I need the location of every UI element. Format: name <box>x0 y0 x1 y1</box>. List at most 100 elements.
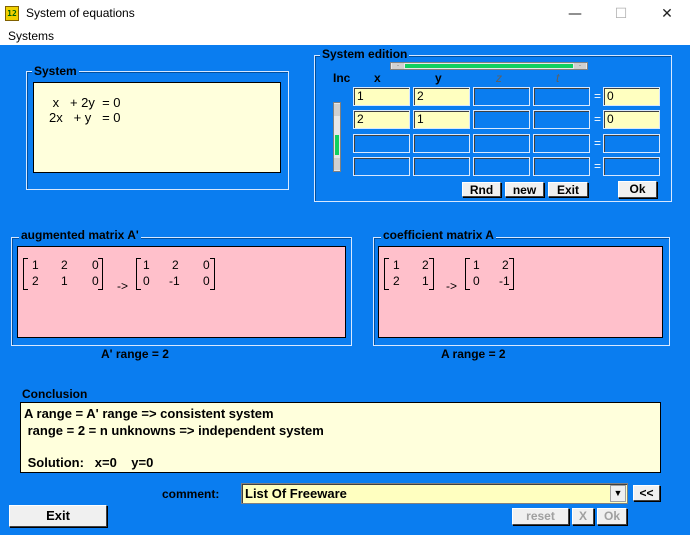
minimize-button[interactable]: — <box>552 0 598 28</box>
aug-l-r2c1: 2 <box>32 274 39 288</box>
cell-r2-x[interactable]: 2 <box>353 110 410 129</box>
header-t: t <box>556 71 560 85</box>
cell-r3-x[interactable] <box>353 134 410 153</box>
aug-l-r1c2: 2 <box>61 258 68 272</box>
equation-line-1: x + 2y = 0 <box>49 95 121 110</box>
comment-select-value: List Of Freeware <box>245 486 347 501</box>
coef-l-r1c1: 1 <box>393 258 400 272</box>
cell-r4-z[interactable] <box>473 157 530 176</box>
cell-r3-z[interactable] <box>473 134 530 153</box>
comment-select[interactable]: List Of Freeware ▼ <box>241 483 628 504</box>
bracket-right <box>509 258 514 290</box>
aug-r-r1c3: 0 <box>203 258 210 272</box>
equation-line-2: 2x + y = 0 <box>49 110 121 125</box>
scroll-right-button[interactable]: · <box>574 63 586 69</box>
eq-sign-r3: = <box>594 136 602 150</box>
coefficient-range: A range = 2 <box>441 347 506 361</box>
aug-l-r1c1: 1 <box>32 258 39 272</box>
aug-r-r1c1: 1 <box>143 258 150 272</box>
cell-r4-x[interactable] <box>353 157 410 176</box>
cell-r2-t[interactable] <box>533 110 590 129</box>
reset-button[interactable]: reset <box>512 508 569 525</box>
augmented-label: augmented matrix A' <box>19 228 141 242</box>
coef-l-r1c2: 2 <box>422 258 429 272</box>
conclusion-display: A range = A' range => consistent system … <box>20 402 661 473</box>
conclusion-line-2: range = 2 = n unknowns => independent sy… <box>24 423 324 438</box>
augmented-display: 1 2 0 2 1 0 -> 1 2 0 0 -1 0 <box>17 246 346 338</box>
rhs-r2[interactable]: 0 <box>603 110 660 129</box>
bracket-left <box>384 258 389 290</box>
augmented-range: A' range = 2 <box>101 347 169 361</box>
coef-r-r1c1: 1 <box>473 258 480 272</box>
aug-arrow: -> <box>117 279 129 293</box>
inc-label: Inc <box>333 71 351 85</box>
header-y: y <box>435 71 442 85</box>
ok-button[interactable]: Ok <box>597 508 627 525</box>
rnd-button[interactable]: Rnd <box>462 182 501 197</box>
bracket-left <box>23 258 28 290</box>
bracket-left <box>465 258 470 290</box>
aug-r-r2c3: 0 <box>203 274 210 288</box>
cell-r3-y[interactable] <box>413 134 470 153</box>
scroll-left-button[interactable]: · <box>392 63 404 69</box>
close-button[interactable]: ✕ <box>644 0 690 28</box>
menu-systems[interactable]: Systems <box>8 29 54 43</box>
conclusion-label: Conclusion <box>22 387 88 401</box>
edition-exit-button[interactable]: Exit <box>548 182 588 197</box>
cancel-button[interactable]: X <box>572 508 594 525</box>
exit-button[interactable]: Exit <box>9 505 107 527</box>
cell-r2-z[interactable] <box>473 110 530 129</box>
cell-r1-y[interactable]: 2 <box>413 87 470 106</box>
cell-r1-t[interactable] <box>533 87 590 106</box>
app-icon: 12 <box>5 6 19 21</box>
cell-r1-z[interactable] <box>473 87 530 106</box>
scrollbar-track-fill <box>405 64 573 68</box>
cell-r4-y[interactable] <box>413 157 470 176</box>
coef-arrow: -> <box>446 279 458 293</box>
columns-scrollbar[interactable]: · · <box>390 62 588 70</box>
rhs-r1[interactable]: 0 <box>603 87 660 106</box>
system-label: System <box>32 64 79 78</box>
conclusion-line-1: A range = A' range => consistent system <box>24 406 274 421</box>
aug-r-r1c2: 2 <box>172 258 179 272</box>
edition-ok-button[interactable]: Ok <box>618 181 657 198</box>
eq-sign-r4: = <box>594 159 602 173</box>
bracket-right <box>98 258 103 290</box>
cell-r1-x[interactable]: 1 <box>353 87 410 106</box>
cell-r3-t[interactable] <box>533 134 590 153</box>
coefficient-label: coefficient matrix A <box>381 228 496 242</box>
title-bar: 12 System of equations — ☐ ✕ <box>0 0 690 28</box>
cell-r4-t[interactable] <box>533 157 590 176</box>
back-button[interactable]: << <box>633 485 660 501</box>
edition-label: System edition <box>320 47 410 61</box>
header-z: z <box>496 71 502 85</box>
coef-r-r2c1: 0 <box>473 274 480 288</box>
eq-sign-r2: = <box>594 112 602 126</box>
rhs-r4[interactable] <box>603 157 660 176</box>
cell-r2-y[interactable]: 1 <box>413 110 470 129</box>
scrollbar-thumb <box>335 135 339 155</box>
coef-l-r2c2: 1 <box>422 274 429 288</box>
maximize-button[interactable]: ☐ <box>598 0 644 28</box>
eq-sign-r1: = <box>594 89 602 103</box>
bracket-right <box>210 258 215 290</box>
bracket-left <box>136 258 141 290</box>
coef-l-r2c1: 2 <box>393 274 400 288</box>
rows-scrollbar[interactable] <box>333 102 341 172</box>
chevron-down-icon[interactable]: ▼ <box>610 485 626 502</box>
aug-r-r2c2: -1 <box>169 274 180 288</box>
coefficient-display: 1 2 2 1 -> 1 2 0 -1 <box>378 246 663 338</box>
client-area: System x + 2y = 0 2x + y = 0 System edit… <box>0 45 690 535</box>
menu-bar: Systems <box>0 28 690 45</box>
aug-l-r2c2: 1 <box>61 274 68 288</box>
rhs-r3[interactable] <box>603 134 660 153</box>
comment-label: comment: <box>162 487 220 501</box>
conclusion-line-3: Solution: x=0 y=0 <box>24 455 154 470</box>
bracket-right <box>429 258 434 290</box>
header-x: x <box>374 71 381 85</box>
scroll-up-button[interactable] <box>334 104 340 116</box>
new-button[interactable]: new <box>505 182 544 197</box>
coef-r-r1c2: 2 <box>502 258 509 272</box>
scroll-down-button[interactable] <box>334 158 340 170</box>
window-title: System of equations <box>26 6 135 20</box>
